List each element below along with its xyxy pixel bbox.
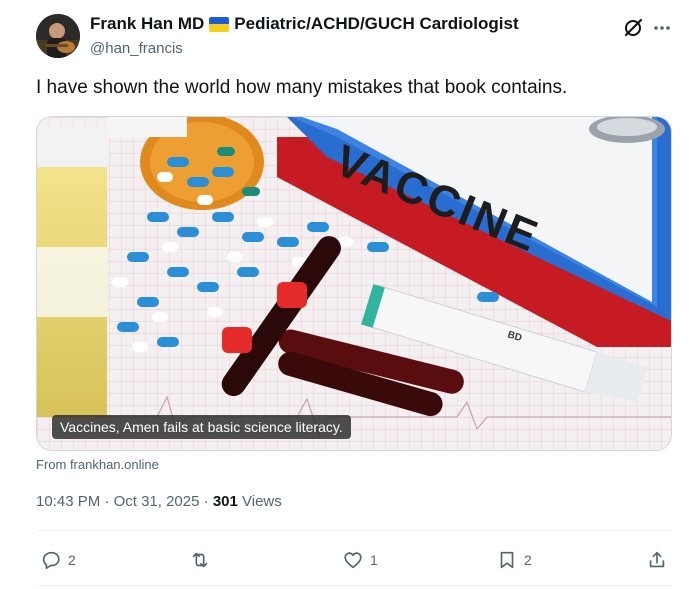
- like-button[interactable]: 1: [342, 540, 378, 580]
- grok-icon[interactable]: [621, 16, 645, 40]
- author-credential[interactable]: Pediatric/ACHD/GUCH Cardiologist: [234, 14, 518, 34]
- source-link[interactable]: From frankhan.online: [36, 457, 159, 472]
- heart-icon: [344, 552, 362, 569]
- tweet-date[interactable]: Oct 31, 2025: [114, 493, 200, 510]
- divider: [36, 530, 672, 531]
- tweet-meta: 10:43 PM · Oct 31, 2025 · 301 Views: [36, 493, 282, 510]
- bookmark-count: 2: [524, 552, 532, 568]
- meta-separator: ·: [104, 493, 110, 510]
- author-line[interactable]: Frank Han MD Pediatric/ACHD/GUCH Cardiol…: [90, 14, 519, 34]
- like-count: 1: [370, 552, 378, 568]
- author-display-name[interactable]: Frank Han MD: [90, 14, 204, 34]
- ukraine-flag-icon: [209, 16, 230, 32]
- retweet-icon: [192, 552, 208, 568]
- more-icon[interactable]: [650, 16, 674, 40]
- tweet: Frank Han MD Pediatric/ACHD/GUCH Cardiol…: [0, 0, 689, 589]
- bookmark-icon: [500, 551, 514, 569]
- tweet-time[interactable]: 10:43 PM: [36, 493, 100, 510]
- views-count: 301: [212, 493, 238, 510]
- avatar-image: [36, 14, 80, 58]
- tweet-text: I have shown the world how many mistakes…: [36, 77, 568, 98]
- reply-count: 2: [68, 552, 76, 568]
- media-image: VACCINE BD: [37, 117, 671, 450]
- divider: [36, 585, 672, 586]
- share-icon: [649, 551, 665, 568]
- reply-icon: [42, 551, 60, 570]
- action-bar: 2 1 2: [36, 540, 672, 580]
- tweet-media[interactable]: VACCINE BD Vaccines, Amen fails at basic…: [36, 116, 672, 451]
- avatar[interactable]: [36, 14, 80, 58]
- share-button[interactable]: [646, 540, 668, 580]
- reply-button[interactable]: 2: [40, 540, 76, 580]
- views-label: Views: [242, 493, 282, 510]
- author-handle[interactable]: @han_francis: [90, 40, 183, 57]
- retweet-button[interactable]: [189, 540, 217, 580]
- bookmark-button[interactable]: 2: [496, 540, 532, 580]
- media-caption: Vaccines, Amen fails at basic science li…: [52, 415, 351, 439]
- meta-separator: ·: [203, 493, 209, 510]
